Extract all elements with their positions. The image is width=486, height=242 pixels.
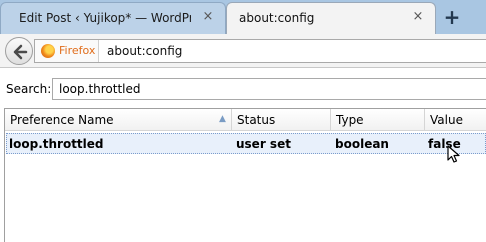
tab-title: about:config [239,11,315,25]
column-header-value[interactable]: Value [425,109,486,131]
close-icon[interactable]: × [411,10,425,24]
column-header-type[interactable]: Type [331,109,425,131]
site-identity[interactable]: Firefox [35,40,99,62]
url-bar[interactable]: Firefox about:config [34,39,486,63]
close-icon[interactable]: × [201,10,215,24]
column-label: Value [430,113,463,127]
cell-type: boolean [335,137,389,151]
preferences-table: Preference Name ▲ Status Type Value loop… [4,108,486,242]
back-button[interactable] [5,37,33,65]
column-header-preference-name[interactable]: Preference Name ▲ [5,109,232,131]
search-label: Search: [6,82,52,96]
tab-strip: Edit Post ‹ Yujikop* — WordPre... × abou… [0,0,486,34]
url-text: about:config [107,44,183,58]
column-label: Preference Name [10,113,114,127]
column-header-status[interactable]: Status [232,109,331,131]
new-tab-button[interactable]: + [440,6,464,28]
column-label: Type [336,113,364,127]
mouse-pointer-icon [447,145,460,163]
identity-label: Firefox [59,44,96,57]
search-value: loop.throttled [59,82,141,96]
tab-title: Edit Post ‹ Yujikop* — WordPre... [19,11,191,25]
cell-status: user set [236,137,291,151]
table-row[interactable]: loop.throttled user set boolean false [6,133,486,154]
sort-ascending-icon: ▲ [219,114,226,124]
search-input[interactable]: loop.throttled [52,78,486,100]
back-arrow-icon [13,44,28,60]
column-label: Status [237,113,276,127]
table-header: Preference Name ▲ Status Type Value [5,109,486,131]
tab-edit-post[interactable]: Edit Post ‹ Yujikop* — WordPre... × [0,2,226,34]
tab-about-config[interactable]: about:config × [226,2,436,34]
cell-preference-name: loop.throttled [9,137,104,151]
firefox-icon [41,44,55,58]
navigation-bar: Firefox about:config [0,34,486,68]
